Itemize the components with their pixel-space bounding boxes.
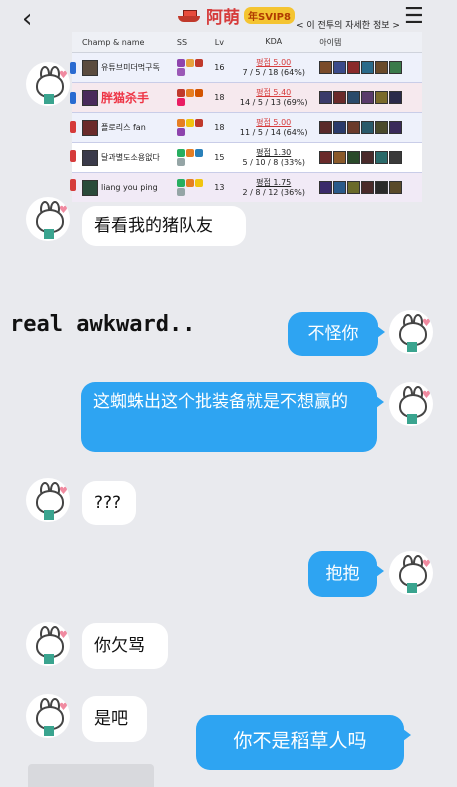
spells-icon bbox=[176, 119, 207, 136]
kda-detail: 2 / 8 / 12 (36%) bbox=[242, 187, 305, 197]
message-bubble[interactable]: ??? bbox=[82, 481, 136, 525]
team-badge-icon bbox=[70, 121, 76, 133]
items-icon bbox=[315, 91, 422, 104]
avatar[interactable]: ♥ bbox=[389, 382, 433, 426]
spells-icon bbox=[176, 179, 207, 196]
level: 15 bbox=[214, 153, 225, 162]
col-ss: SS bbox=[176, 37, 188, 47]
champion-icon bbox=[82, 89, 98, 106]
avatar[interactable]: ♥ bbox=[26, 62, 70, 106]
player-name: 胖猫杀手 bbox=[101, 91, 150, 105]
player-name: 유튜브미더먹구독 bbox=[101, 63, 160, 72]
message-bubble[interactable]: 这蜘蛛出这个批装备就是不想赢的 bbox=[81, 382, 384, 452]
level: 13 bbox=[214, 183, 225, 192]
spells-icon bbox=[176, 89, 207, 106]
message-bubble[interactable]: 不怪你 bbox=[288, 312, 385, 356]
kda-detail: 7 / 5 / 18 (64%) bbox=[242, 67, 305, 77]
col-items: 아이템 bbox=[319, 37, 342, 47]
chevron-left-icon[interactable]: ‹ bbox=[22, 6, 32, 32]
player-name: liang you ping bbox=[101, 183, 158, 192]
avatar[interactable]: ♥ bbox=[389, 551, 433, 595]
menu-icon[interactable]: ☰ bbox=[404, 4, 424, 30]
col-champ-name: Champ & name bbox=[82, 37, 145, 47]
avatar[interactable]: ♥ bbox=[26, 478, 70, 522]
title-group: 阿萌 年SVIP8 bbox=[176, 3, 295, 28]
items-icon bbox=[315, 181, 422, 194]
team-badge-icon bbox=[70, 62, 76, 74]
kda-detail: 14 / 5 / 13 (69%) bbox=[239, 97, 308, 107]
overlay-caption: real awkward.. bbox=[10, 312, 196, 337]
input-bar[interactable] bbox=[28, 764, 154, 787]
team-badge-icon bbox=[70, 92, 76, 104]
team-badge-icon bbox=[70, 179, 76, 191]
ship-icon bbox=[176, 8, 202, 24]
kda-score: 평점 5.00 bbox=[256, 117, 292, 127]
champion-icon bbox=[82, 59, 98, 76]
items-icon bbox=[315, 151, 422, 164]
header-subtitle: < 이 전투의 자세한 정보 > bbox=[296, 21, 400, 31]
avatar[interactable]: ♥ bbox=[389, 310, 433, 354]
chat-title: 阿萌 bbox=[206, 8, 240, 28]
kda-score: 평점 5.40 bbox=[256, 87, 292, 97]
game-results-image[interactable]: Champ & name SS Lv KDA 아이템 유튜브미더먹구독 16 평… bbox=[72, 32, 422, 202]
level: 16 bbox=[214, 63, 225, 72]
col-kda: KDA bbox=[265, 37, 283, 46]
level: 18 bbox=[214, 93, 225, 102]
champion-icon bbox=[82, 179, 98, 196]
player-name: 달과별도소용없다 bbox=[101, 153, 160, 162]
kda-score: 평점 1.75 bbox=[256, 177, 292, 187]
spells-icon bbox=[176, 149, 207, 166]
kda-score: 평점 5.00 bbox=[256, 57, 292, 67]
avatar[interactable]: ♥ bbox=[26, 197, 70, 241]
team-badge-icon bbox=[70, 150, 76, 162]
champion-icon bbox=[82, 149, 98, 166]
kda-detail: 5 / 10 / 8 (33%) bbox=[242, 157, 305, 167]
table-row: 유튜브미더먹구독 16 평점 5.00 7 / 5 / 18 (64%) bbox=[72, 53, 422, 83]
table-header: Champ & name SS Lv KDA 아이템 bbox=[72, 32, 422, 53]
message-bubble[interactable]: 你不是稻草人吗 bbox=[196, 715, 411, 770]
player-name: 플로리스 fan bbox=[101, 123, 146, 132]
avatar[interactable]: ♥ bbox=[26, 622, 70, 666]
message-bubble[interactable]: 看看我的猪队友 bbox=[82, 206, 246, 246]
table-row: 달과별도소용없다 15 평점 1.30 5 / 10 / 8 (33%) bbox=[72, 143, 422, 173]
items-icon bbox=[315, 121, 422, 134]
message-bubble[interactable]: 是吧 bbox=[82, 696, 147, 742]
message-bubble[interactable]: 抱抱 bbox=[308, 551, 384, 597]
kda-detail: 11 / 5 / 14 (64%) bbox=[239, 127, 308, 137]
champion-icon bbox=[82, 119, 98, 136]
col-lv: Lv bbox=[214, 37, 224, 47]
items-icon bbox=[315, 61, 422, 74]
level: 18 bbox=[214, 123, 225, 132]
table-row: 플로리스 fan 18 평점 5.00 11 / 5 / 14 (64%) bbox=[72, 113, 422, 143]
table-row: 胖猫杀手 18 평점 5.40 14 / 5 / 13 (69%) bbox=[72, 83, 422, 113]
table-row: liang you ping 13 평점 1.75 2 / 8 / 12 (36%… bbox=[72, 173, 422, 202]
kda-score: 평점 1.30 bbox=[256, 147, 292, 157]
avatar[interactable]: ♥ bbox=[26, 694, 70, 738]
vip-badge: 年SVIP8 bbox=[244, 7, 295, 24]
spells-icon bbox=[176, 59, 207, 76]
message-bubble[interactable]: 你欠骂 bbox=[82, 623, 168, 669]
